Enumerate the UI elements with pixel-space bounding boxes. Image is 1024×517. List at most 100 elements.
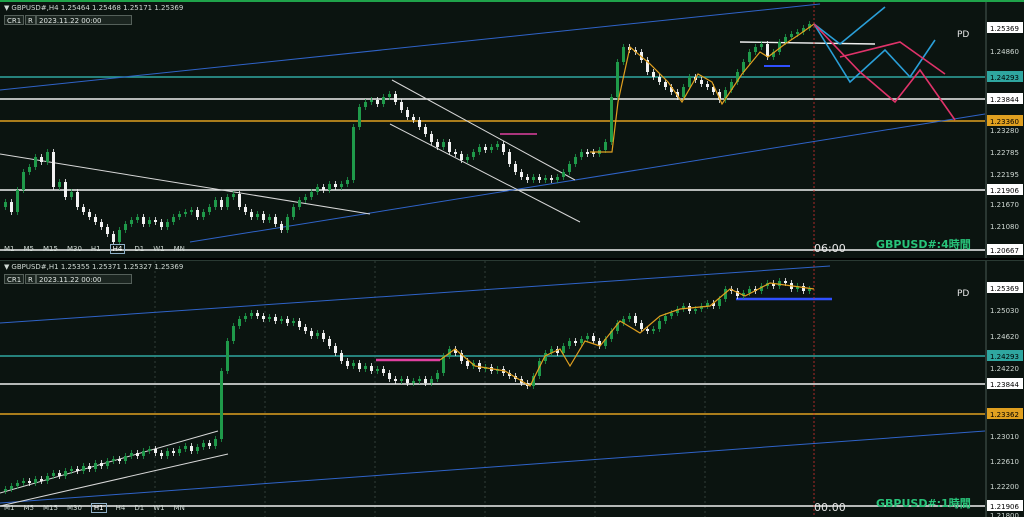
h4-price-label: 1.22195	[990, 171, 1019, 179]
h4-candle-body	[340, 184, 343, 187]
h1-r-button[interactable]: R	[25, 274, 36, 284]
timeframe-h4[interactable]: H4	[109, 244, 126, 254]
h1-price-label: 1.24293	[990, 353, 1019, 361]
h4-candle-body	[442, 142, 445, 147]
timeframe-d1[interactable]: D1	[134, 504, 144, 512]
timeframe-m15[interactable]: M15	[43, 504, 58, 512]
h4-price-label: 1.21906	[990, 187, 1019, 195]
h4-candle-body	[184, 212, 187, 214]
timeframe-mn[interactable]: MN	[174, 504, 185, 512]
h1-candle-body	[364, 366, 367, 369]
h4-candle-body	[154, 220, 157, 222]
h1-date-box[interactable]: 2023.11.22 00:00	[36, 274, 132, 284]
h1-candle-body	[130, 453, 133, 456]
h1-candle-body	[10, 486, 13, 489]
h4-candle-body	[46, 152, 49, 162]
channel-lower-line	[0, 430, 986, 504]
timeframe-w1[interactable]: W1	[153, 504, 164, 512]
timeframe-m30[interactable]: M30	[67, 504, 82, 512]
h4-candle-body	[688, 77, 691, 87]
h4-candle-body	[502, 144, 505, 152]
h1-price-chart[interactable]: 1.25369 1.25030 1.24620 1.24293 1.24220 1.238…	[0, 261, 1024, 517]
h1-candle-body	[292, 321, 295, 323]
h1-candle-body	[214, 439, 217, 446]
h1-candle-body	[22, 481, 25, 483]
h1-candle-body	[4, 489, 7, 491]
h1-candle-body	[238, 319, 241, 326]
h4-price-label: 1.22785	[990, 149, 1019, 157]
timeframe-h4[interactable]: H4	[116, 504, 126, 512]
h1-candle-body	[628, 316, 631, 319]
h1-candle-body	[160, 453, 163, 456]
timeframe-mn[interactable]: MN	[174, 245, 185, 253]
timeframe-w1[interactable]: W1	[153, 245, 164, 253]
h1-candle-body	[196, 447, 199, 451]
h4-candle-body	[64, 182, 67, 197]
h4-price-label: 1.25369	[990, 25, 1019, 33]
h1-candle-body	[406, 379, 409, 383]
h4-candle-body	[208, 207, 211, 212]
h4-cr-button[interactable]: CR1	[4, 15, 25, 25]
collapse-triangle-icon[interactable]: ▼	[4, 4, 9, 12]
h4-candle-body	[754, 47, 757, 52]
h1-cr-button[interactable]: CR1	[4, 274, 25, 284]
h1-price-label: 1.25369	[990, 285, 1019, 293]
h1-candle-body	[274, 317, 277, 321]
h1-candle-body	[562, 346, 565, 353]
timeframe-h1[interactable]: H1	[91, 245, 101, 253]
h4-candle-body	[100, 222, 103, 227]
h4-candle-body	[82, 207, 85, 212]
h4-candle-body	[484, 147, 487, 150]
h4-candle-body	[268, 217, 271, 220]
h4-price-label: 1.24293	[990, 74, 1019, 82]
h1-candle-body	[748, 289, 751, 293]
h4-candle-body	[382, 97, 385, 104]
h4-candle-body	[454, 152, 457, 154]
h4-candle-body	[310, 192, 313, 197]
h4-candle-body	[352, 127, 355, 180]
h1-candle-body	[106, 461, 109, 466]
h4-candle-body	[658, 77, 661, 82]
h4-candle-body	[10, 202, 13, 212]
timeframe-m30[interactable]: M30	[67, 245, 82, 253]
timeframe-m15[interactable]: M15	[43, 245, 58, 253]
h4-candle-body	[112, 234, 115, 242]
h4-candle-body	[334, 184, 337, 187]
h4-candle-body	[550, 178, 553, 180]
h1-chart-panel[interactable]: 1.25369 1.25030 1.24620 1.24293 1.24220 1.238…	[0, 260, 1024, 517]
h1-candle-body	[16, 483, 19, 486]
h4-candle-body	[22, 172, 25, 190]
h4-candle-body	[490, 147, 493, 150]
h4-chart-panel[interactable]: 1.25369 1.24860 1.24293 1.23844 1.23360 1.232…	[0, 0, 1024, 258]
h4-candle-body	[388, 94, 391, 97]
h1-candle-body	[166, 451, 169, 456]
collapse-triangle-icon[interactable]: ▼	[4, 263, 9, 271]
h4-candle-body	[280, 224, 283, 230]
h1-candle-body	[586, 336, 589, 339]
h4-date-box[interactable]: 2023.11.22 00:00	[36, 15, 132, 25]
h1-candle-body	[382, 369, 385, 373]
timeframe-m1[interactable]: M1	[4, 504, 15, 512]
h1-price-label: 1.23010	[990, 433, 1019, 441]
timeframe-m1[interactable]: M1	[4, 245, 15, 253]
h4-price-chart[interactable]: 1.25369 1.24860 1.24293 1.23844 1.233601.232…	[0, 2, 1024, 258]
h4-ohlc-text: GBPUSD#,H4 1.25464 1.25468 1.25171 1.253…	[11, 4, 184, 12]
timeframe-m5[interactable]: M5	[24, 245, 35, 253]
h4-candle-body	[790, 34, 793, 37]
h4-pd-label: PD	[957, 30, 970, 40]
h4-candle-body	[148, 220, 151, 224]
h4-r-button[interactable]: R	[25, 15, 36, 25]
h4-candle-body	[436, 142, 439, 147]
timeframe-m5[interactable]: M5	[24, 504, 35, 512]
h4-price-label: 1.23844	[990, 96, 1019, 104]
h4-candle-body	[412, 117, 415, 120]
timeframe-h1[interactable]: H1	[90, 503, 107, 513]
h1-candle-body	[52, 473, 55, 476]
h4-candle-body	[322, 187, 325, 190]
h4-candle-body	[460, 154, 463, 160]
timeframe-d1[interactable]: D1	[134, 245, 144, 253]
h4-candle-body	[4, 202, 7, 207]
h1-candle-body	[346, 361, 349, 366]
h4-candle-body	[448, 142, 451, 152]
h1-candle-body	[778, 281, 781, 286]
